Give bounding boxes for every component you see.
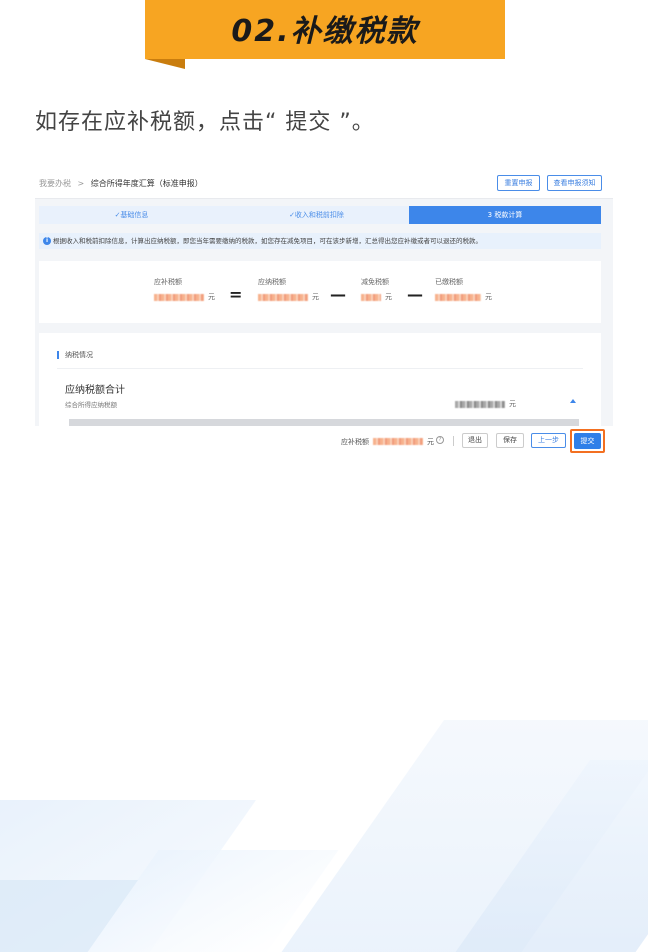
- tax-paid-value: 元: [435, 292, 492, 302]
- tax-detail-section: 纳税情况 应纳税额合计 综合所得应纳税额 元: [39, 333, 601, 426]
- tax-calculation-summary: 应补税额 元 = 应纳税额 元 — 减免税额 元 — 已缴税额 元: [39, 261, 601, 323]
- breadcrumb-root[interactable]: 我要办税: [39, 179, 71, 188]
- breadcrumb-separator: >: [77, 179, 85, 188]
- submit-highlight: 提交: [570, 429, 605, 453]
- info-notice: i 根据收入和税前扣除信息，计算出应纳税额，即您当年需要缴纳的税款，如您存在减免…: [39, 233, 601, 249]
- save-button[interactable]: 保存: [496, 433, 524, 448]
- caret-up-icon[interactable]: [570, 399, 576, 403]
- tax-due-value: 元: [154, 292, 215, 302]
- action-tax-due-unit: 元: [427, 438, 434, 446]
- page-title: 02.补缴税款: [231, 14, 419, 49]
- tax-total-subtitle: 综合所得应纳税额: [65, 401, 117, 409]
- tax-payable-label: 应纳税额: [258, 278, 286, 286]
- breadcrumb-current: 综合所得年度汇算（标准申报）: [90, 179, 203, 188]
- top-bar: 我要办税 > 综合所得年度汇算（标准申报） 重置申报 查看申报须知: [35, 169, 613, 199]
- step-tax-calculation[interactable]: 3 税款计算: [409, 206, 601, 224]
- minus-sign: —: [407, 285, 423, 304]
- intro-text: 如存在应补税额，点击“ 提交 ”。: [35, 110, 375, 135]
- previous-step-button[interactable]: 上一步: [531, 433, 566, 448]
- action-bar: 应补税额 元 ? 退出 保存 上一步 提交: [337, 429, 613, 453]
- help-icon[interactable]: ?: [436, 436, 444, 444]
- action-tax-due-label: 应补税额: [341, 438, 369, 446]
- horizontal-scrollbar[interactable]: [69, 419, 579, 426]
- step-bar: ✓基础信息 ✓收入和税前扣除 3 税款计算: [39, 206, 601, 224]
- exit-button[interactable]: 退出: [462, 433, 488, 448]
- tax-payable-value: 元: [258, 292, 319, 302]
- section-title: 纳税情况: [57, 351, 93, 359]
- reset-button[interactable]: 重置申报: [497, 175, 540, 191]
- decorative-background: [0, 700, 648, 952]
- breadcrumb: 我要办税 > 综合所得年度汇算（标准申报）: [39, 178, 203, 189]
- banner-fold: [145, 59, 185, 69]
- submit-button[interactable]: 提交: [574, 433, 601, 449]
- equals-sign: =: [229, 285, 243, 304]
- step-income-deduction[interactable]: ✓收入和税前扣除: [224, 206, 409, 224]
- tax-reduction-label: 减免税额: [361, 278, 389, 286]
- notice-text: 根据收入和税前扣除信息，计算出应纳税额，即您当年需要缴纳的税款，如您存在减免项目…: [53, 237, 482, 245]
- view-notice-button[interactable]: 查看申报须知: [547, 175, 602, 191]
- tax-paid-label: 已缴税额: [435, 278, 463, 286]
- tax-total-value: 元: [455, 399, 516, 409]
- tax-total-title: 应纳税额合计: [65, 385, 125, 396]
- info-icon: i: [43, 237, 51, 245]
- divider: [57, 368, 583, 369]
- step-basic-info[interactable]: ✓基础信息: [39, 206, 224, 224]
- tax-reduction-value: 元: [361, 292, 392, 302]
- action-tax-due-value: [373, 437, 423, 445]
- tax-due-label: 应补税额: [154, 278, 182, 286]
- divider: [453, 436, 454, 446]
- screenshot-panel: 我要办税 > 综合所得年度汇算（标准申报） 重置申报 查看申报须知 ✓基础信息 …: [35, 169, 613, 426]
- minus-sign: —: [330, 285, 346, 304]
